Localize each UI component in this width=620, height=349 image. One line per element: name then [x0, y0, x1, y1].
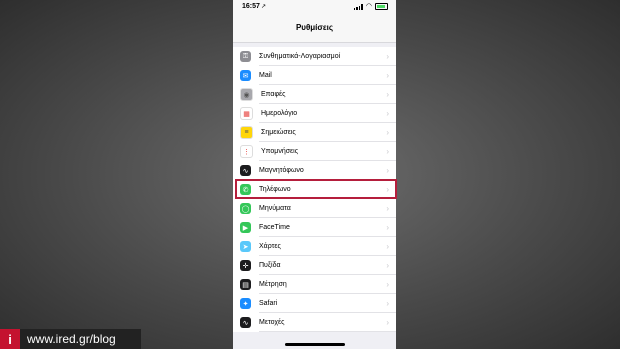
- settings-row-label: Mail: [259, 72, 272, 79]
- phone-icon: ✆: [240, 184, 251, 195]
- settings-row-label: Συνθηματικά-Λογαριασμοί: [259, 53, 341, 60]
- settings-row[interactable]: ≡ Σημειώσεις ›: [233, 123, 396, 142]
- chevron-right-icon: ›: [386, 299, 389, 308]
- settings-row-label: Safari: [259, 300, 278, 307]
- watermark-text: www.ired.gr/blog: [27, 332, 116, 346]
- settings-row-label: Σημειώσεις: [261, 129, 296, 136]
- signal-icon: [353, 3, 363, 10]
- settings-row-label: Μετοχές: [259, 319, 285, 326]
- notes-icon: ≡: [240, 126, 253, 139]
- chevron-right-icon: ›: [386, 242, 389, 251]
- chevron-right-icon: ›: [386, 318, 389, 327]
- settings-row-label: Υπομνήσεις: [261, 148, 299, 155]
- page-title: Ρυθμίσεις: [233, 14, 396, 43]
- settings-row[interactable]: ◯ Μηνύματα ›: [233, 199, 396, 218]
- settings-row-label: Επαφές: [261, 91, 286, 98]
- chevron-right-icon: ›: [386, 147, 389, 156]
- messages-icon: ◯: [240, 203, 251, 214]
- settings-row[interactable]: ✛ Πυξίδα ›: [233, 256, 396, 275]
- phone-screen: 16:57 ↗ ◠ Ρυθμίσεις ⚿ Συνθηματικά-Λογαρια…: [233, 0, 396, 349]
- facetime-icon: ▶: [240, 222, 251, 233]
- settings-row[interactable]: ▶ FaceTime ›: [233, 218, 396, 237]
- reminders-icon: ⋮: [240, 145, 253, 158]
- chevron-right-icon: ›: [386, 280, 389, 289]
- chevron-right-icon: ›: [386, 71, 389, 80]
- settings-row-label: Μηνύματα: [259, 205, 291, 212]
- settings-row[interactable]: ▤ Μέτρηση ›: [233, 275, 396, 294]
- status-bar: 16:57 ↗ ◠: [233, 0, 396, 14]
- settings-row-label: Πυξίδα: [259, 262, 281, 269]
- contacts-icon: ◉: [240, 88, 253, 101]
- status-time: 16:57: [242, 3, 260, 10]
- chevron-right-icon: ›: [386, 90, 389, 99]
- chevron-right-icon: ›: [386, 223, 389, 232]
- settings-row-label: Τηλέφωνο: [259, 186, 291, 193]
- settings-row[interactable]: ⚿ Συνθηματικά-Λογαριασμοί ›: [233, 47, 396, 66]
- safari-icon: ✦: [240, 298, 251, 309]
- home-indicator[interactable]: [285, 343, 345, 346]
- maps-icon: ➤: [240, 241, 251, 252]
- status-icons: ◠: [353, 2, 388, 10]
- chevron-right-icon: ›: [386, 204, 389, 213]
- settings-row-label: Μέτρηση: [259, 281, 287, 288]
- settings-row-label: Ημερολόγιο: [261, 110, 298, 117]
- settings-row[interactable]: ◉ Επαφές ›: [233, 85, 396, 104]
- wifi-icon: ◠: [365, 2, 372, 10]
- location-arrow-icon: ↗: [261, 4, 267, 10]
- watermark: i www.ired.gr/blog: [0, 329, 141, 349]
- compass-icon: ✛: [240, 260, 251, 271]
- chevron-right-icon: ›: [386, 261, 389, 270]
- settings-row[interactable]: ∿ Μετοχές ›: [233, 313, 396, 332]
- settings-row[interactable]: ▦ Ημερολόγιο ›: [233, 104, 396, 123]
- settings-row-label: Μαγνητόφωνο: [259, 167, 304, 174]
- settings-row[interactable]: ✆ Τηλέφωνο ›: [233, 180, 396, 199]
- settings-row[interactable]: ✦ Safari ›: [233, 294, 396, 313]
- settings-list: ⚿ Συνθηματικά-Λογαριασμοί › ✉ Mail › ◉ Επαφές › ▦…: [233, 47, 396, 332]
- calendar-icon: ▦: [240, 107, 253, 120]
- voice-memos-icon: ∿: [240, 165, 251, 176]
- settings-row[interactable]: ✉ Mail ›: [233, 66, 396, 85]
- settings-row[interactable]: ⋮ Υπομνήσεις ›: [233, 142, 396, 161]
- chevron-right-icon: ›: [386, 109, 389, 118]
- measure-icon: ▤: [240, 279, 251, 290]
- settings-row-label: Χάρτες: [259, 243, 281, 250]
- chevron-right-icon: ›: [386, 128, 389, 137]
- ired-logo-icon: i: [0, 329, 20, 349]
- battery-icon: [375, 3, 388, 10]
- stocks-icon: ∿: [240, 317, 251, 328]
- settings-row-label: FaceTime: [259, 224, 290, 231]
- chevron-right-icon: ›: [386, 185, 389, 194]
- chevron-right-icon: ›: [386, 166, 389, 175]
- key-icon: ⚿: [240, 51, 251, 62]
- mail-icon: ✉: [240, 70, 251, 81]
- settings-row[interactable]: ∿ Μαγνητόφωνο ›: [233, 161, 396, 180]
- settings-row[interactable]: ➤ Χάρτες ›: [233, 237, 396, 256]
- chevron-right-icon: ›: [386, 52, 389, 61]
